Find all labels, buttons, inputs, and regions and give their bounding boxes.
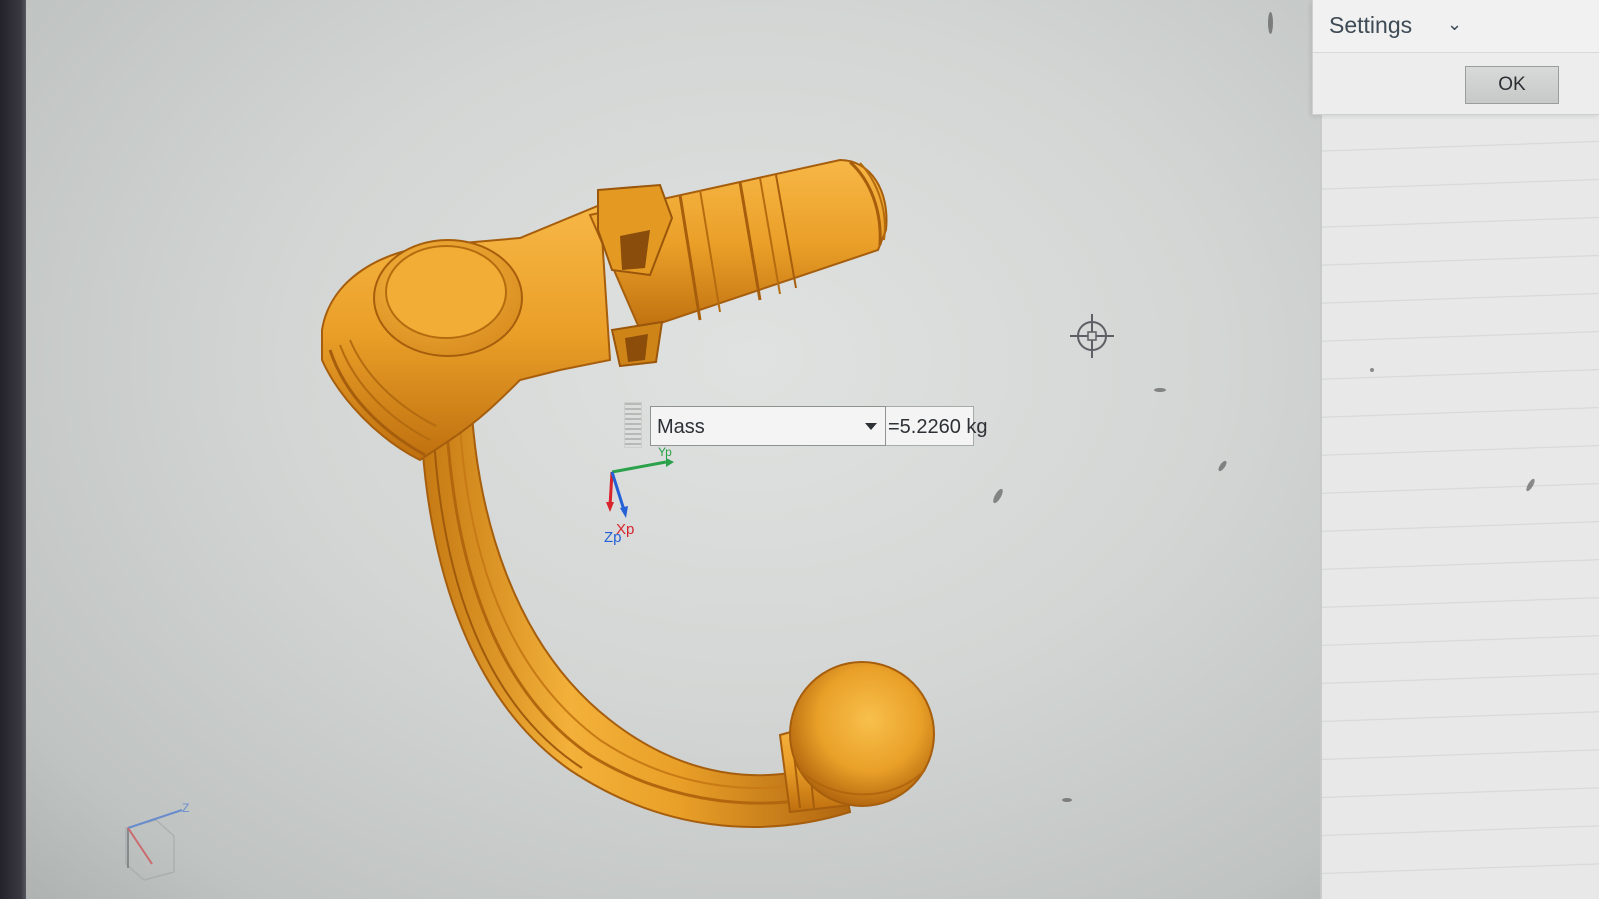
dust-speck [1154,388,1166,392]
x-axis-arrow [606,502,614,512]
z-axis-line [610,471,626,511]
chevron-down-icon[interactable] [865,423,877,430]
settings-title: Settings [1329,12,1413,38]
y-axis-line [611,460,667,474]
wcs-triad: Yp Xp Zp [604,446,674,546]
side-panel [1320,0,1599,899]
dust-speck [1370,368,1374,372]
mass-property-label: Mass [657,416,705,438]
settings-dialog: Settings ⌄ OK [1312,0,1599,115]
view-triad-icon[interactable]: Z [112,798,202,888]
mass-property-dropdown[interactable]: Mass [650,406,886,446]
y-axis-arrow [666,458,674,467]
drag-handle[interactable] [624,402,642,448]
dust-speck [1062,798,1072,802]
ok-button[interactable]: OK [1465,66,1559,104]
z-axis-label: Zp [604,529,622,546]
dust-speck [1268,12,1273,34]
collapse-icon[interactable]: ⌄ [1447,14,1462,35]
x-axis-line [608,471,614,507]
z-axis-arrow [620,506,628,518]
view-triad-label: Z [182,801,189,815]
crosshair-cursor-icon [1070,314,1114,358]
screen: Mass =5.2260 kg Yp Xp Zp Z Settings ⌄ OK [0,0,1599,899]
mass-value: =5.2260 kg [886,406,988,446]
settings-header[interactable]: Settings ⌄ [1313,0,1599,53]
y-axis-label: Yp [658,446,672,459]
